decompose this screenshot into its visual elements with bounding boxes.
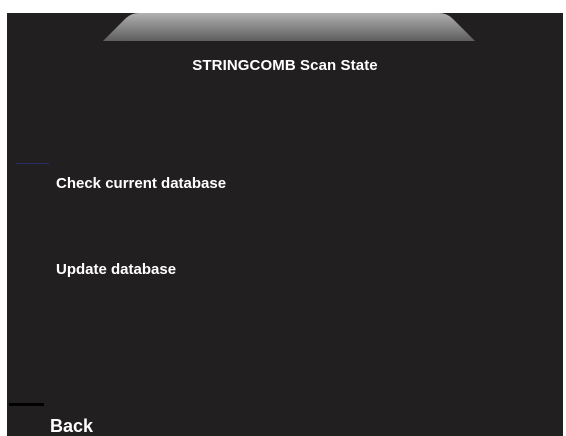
title-tab-decoration: [103, 13, 475, 41]
page-title: STRINGCOMB Scan State: [192, 57, 378, 74]
back-button[interactable]: Back: [50, 416, 93, 436]
selection-indicator: [16, 163, 49, 164]
back-indicator: [9, 403, 44, 406]
update-database-button[interactable]: Update database: [56, 261, 176, 278]
check-current-database-button[interactable]: Check current database: [56, 175, 226, 192]
scan-state-screen: STRINGCOMB Scan State Check current data…: [7, 13, 563, 436]
